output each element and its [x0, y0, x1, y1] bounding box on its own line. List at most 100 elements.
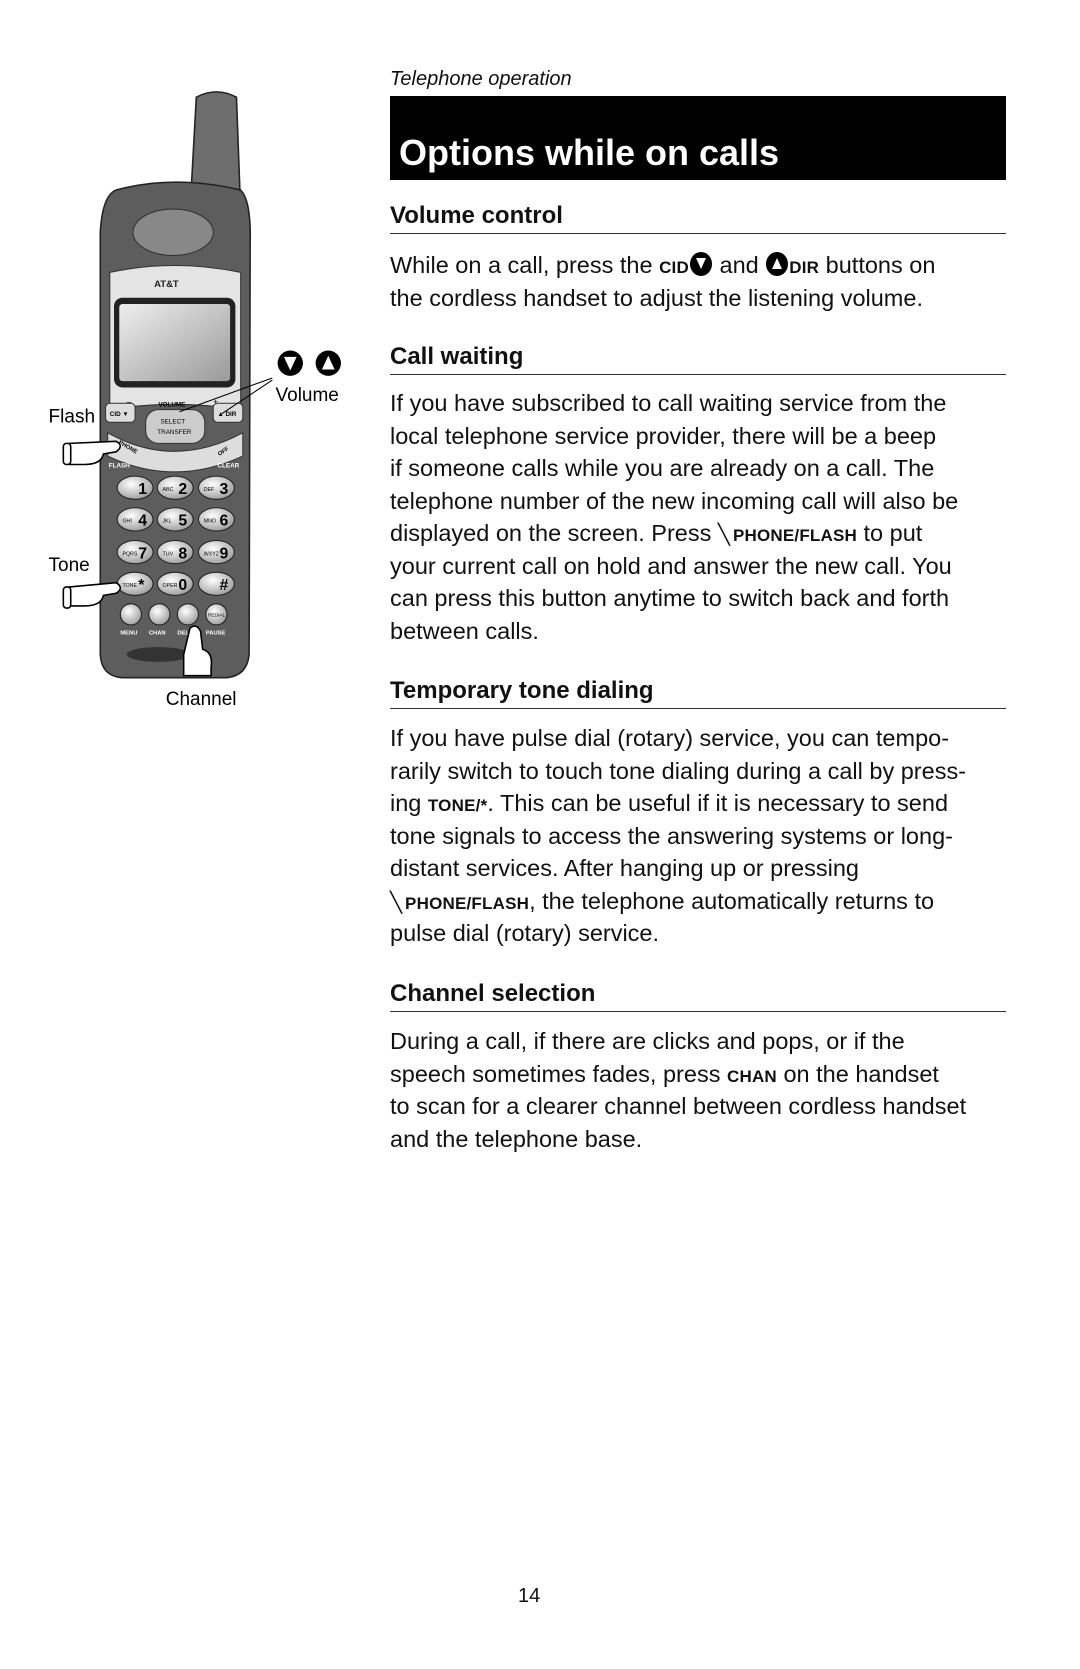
svg-text:4: 4: [138, 513, 147, 530]
text: tone signals to access the answering sys…: [390, 822, 953, 849]
svg-text:3: 3: [220, 481, 229, 498]
text: telephone number of the new incoming cal…: [390, 487, 959, 514]
function-key: [148, 603, 171, 626]
keypad-key: 1: [116, 475, 154, 500]
section-heading: Channel selection: [390, 980, 1006, 1012]
svg-text:TUV: TUV: [163, 551, 174, 557]
text: During a call, if there are clicks and p…: [390, 1028, 905, 1054]
svg-text:DEF: DEF: [204, 487, 215, 493]
section-kicker: Telephone operation: [390, 68, 572, 90]
svg-text:REDIAL: REDIAL: [208, 613, 226, 619]
svg-text:GHI: GHI: [122, 519, 131, 525]
volume-callout: Volume: [276, 385, 339, 406]
text: While on a call, press the: [390, 252, 660, 278]
keypad-key: OPER 0: [156, 571, 194, 596]
svg-text:5: 5: [178, 513, 187, 530]
text: buttons on: [819, 252, 936, 278]
svg-text:CID ▼: CID ▼: [110, 411, 129, 418]
page-number: 14: [518, 1585, 541, 1607]
text: between calls.: [390, 617, 539, 644]
channel-callout: Channel: [166, 689, 237, 710]
svg-text:TRANSFER: TRANSFER: [157, 429, 192, 436]
function-key-label: MENU: [120, 630, 137, 636]
body-line: your current call on hold and answer the…: [390, 551, 952, 581]
body-line: if someone calls while you are already o…: [390, 453, 934, 483]
handset-illustration: AT&T VOLUME – + CID ▼ ▲ DIR SELECT TRANS…: [49, 91, 341, 710]
body-line: If you have pulse dial (rotary) service,…: [390, 723, 949, 753]
text: If you have subscribed to call waiting s…: [390, 390, 947, 416]
function-key: [119, 603, 142, 626]
text: distant services. After hanging up or pr…: [390, 855, 859, 881]
svg-text:MNO: MNO: [204, 519, 216, 525]
svg-text:WXYZ: WXYZ: [204, 551, 220, 557]
svg-text:CLEAR: CLEAR: [217, 463, 239, 470]
svg-text:9: 9: [220, 545, 229, 562]
text: , the telephone automatically returns to: [529, 887, 935, 914]
text: to scan for a clearer channel between co…: [390, 1093, 967, 1119]
text: . This can be useful if it is necessary …: [487, 790, 949, 816]
text: displayed on the screen. Press: [390, 520, 718, 546]
text: your current call on hold and answer the…: [390, 552, 952, 579]
body-line: rarily switch to touch tone dialing duri…: [390, 756, 966, 786]
body-line: distant services. After hanging up or pr…: [390, 853, 859, 883]
key-label: CID: [659, 258, 689, 277]
body-line: speech sometimes fades, press CHAN on th…: [390, 1059, 939, 1092]
keypad-key: GHI 4: [116, 507, 154, 532]
keypad-key: WXYZ 9: [197, 539, 235, 565]
svg-text:▲ DIR: ▲ DIR: [217, 411, 236, 418]
svg-text:JKL: JKL: [163, 519, 172, 525]
key-label: PHONE/FLASH: [732, 526, 857, 545]
key-label: CHAN: [727, 1066, 777, 1086]
function-key-label: PAUSE: [206, 630, 226, 636]
text: if someone calls while you are already o…: [390, 455, 935, 481]
text: speech sometimes fades, press: [390, 1060, 727, 1087]
key-label: DIR: [789, 258, 820, 277]
svg-text:*: *: [138, 577, 145, 594]
page-title-bar: Options while on calls: [390, 96, 1006, 180]
text: local telephone service provider, there …: [390, 422, 937, 449]
body-line: If you have subscribed to call waiting s…: [390, 388, 946, 418]
key-label: PHONE/FLASH: [405, 893, 530, 913]
page-title: Options while on calls: [399, 132, 780, 173]
body-line: and the telephone base.: [390, 1124, 642, 1154]
section-heading: Temporary tone dialing: [390, 677, 1006, 709]
keypad-key: MNO 6: [197, 507, 235, 532]
body-line: During a call, if there are clicks and p…: [390, 1026, 905, 1056]
flash-callout: Flash: [49, 406, 95, 427]
body-line: While on a call, press the CID and DIR b…: [390, 250, 935, 283]
svg-text:8: 8: [178, 545, 187, 562]
body-line: ing TONE/*. This can be useful if it is …: [390, 788, 948, 821]
body-line: the cordless handset to adjust the liste…: [390, 283, 923, 313]
text: and: [712, 252, 766, 278]
svg-text:SELECT: SELECT: [160, 418, 185, 425]
text: ing: [390, 790, 428, 816]
keypad-key: ABC 2: [156, 475, 194, 500]
earpiece-icon: [132, 208, 214, 257]
text: the cordless handset to adjust the liste…: [390, 284, 923, 311]
body-line: to scan for a clearer channel between co…: [390, 1091, 966, 1121]
svg-text:PQRS: PQRS: [122, 551, 137, 557]
handset-icon: ╲: [390, 891, 403, 914]
up-arrow-icon: [766, 252, 789, 276]
body-line: displayed on the screen. Press ╲ PHONE/FL…: [390, 518, 922, 551]
svg-text:6: 6: [220, 513, 229, 530]
text: to put: [856, 520, 923, 546]
key-label: TONE/*: [427, 796, 488, 815]
svg-text:0: 0: [178, 577, 187, 594]
body-line: ╲ PHONE/FLASH, the telephone automaticall…: [390, 886, 934, 919]
svg-text:#: #: [220, 577, 229, 594]
body-line: between calls.: [390, 616, 539, 646]
function-key-label: CHAN: [149, 630, 166, 636]
svg-text:ABC: ABC: [163, 487, 174, 493]
body-line: telephone number of the new incoming cal…: [390, 486, 958, 516]
svg-text:TONE: TONE: [122, 583, 137, 589]
section-heading: Call waiting: [390, 343, 1006, 375]
text: can press this button anytime to switch …: [390, 585, 950, 611]
keypad-key: DEF 3: [197, 475, 235, 500]
text: and the telephone base.: [390, 1125, 643, 1152]
svg-text:2: 2: [178, 481, 187, 498]
keypad-key: #: [197, 571, 235, 596]
keypad-key: JKL 5: [156, 507, 194, 532]
text: If you have pulse dial (rotary) service,…: [390, 725, 950, 751]
svg-text:7: 7: [138, 545, 147, 562]
